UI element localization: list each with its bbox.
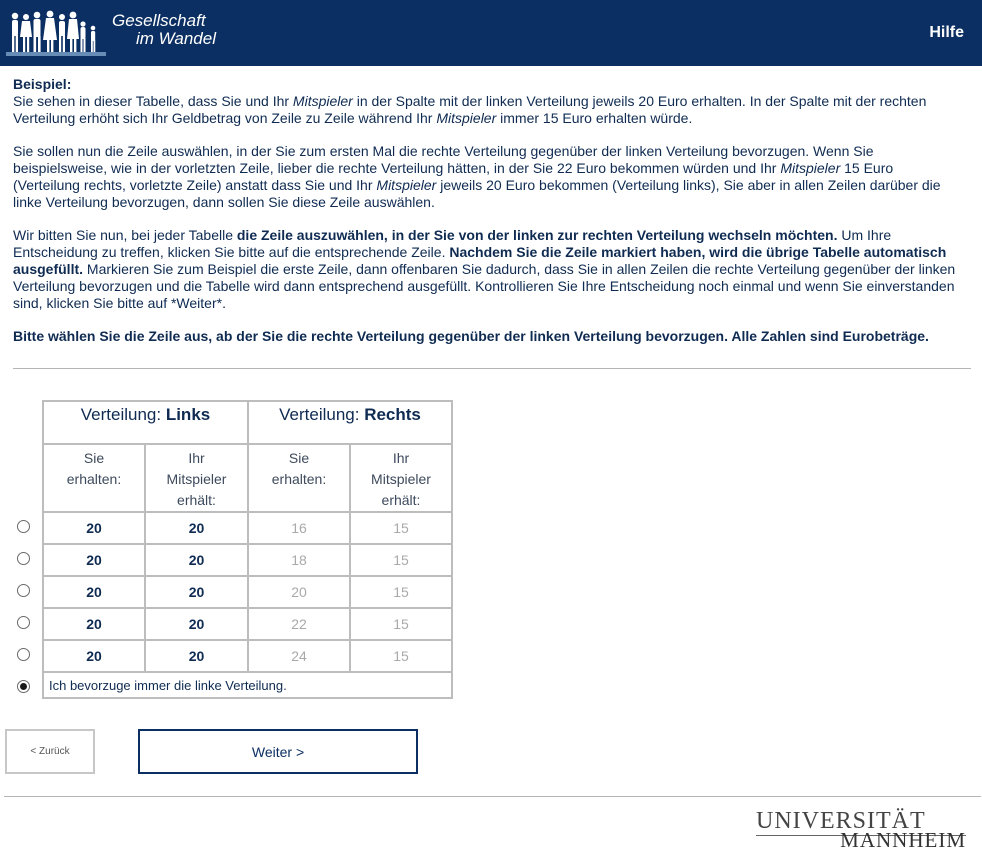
cell-right-partner: 15 [349,511,453,545]
row-1-radio[interactable] [17,520,30,533]
logo-line-2: im Wandel [136,29,216,48]
header-left: Verteilung: Links [42,400,249,445]
always-left-row[interactable]: Ich bevorzuge immer die linke Verteilung… [42,671,453,699]
cell-left-you: 20 [42,511,146,545]
table-subheader-row: Sie erhalten: Ihr Mitspieler erhält: Sie erh… [42,443,453,513]
cell-right-partner: 15 [349,575,453,609]
col-right-partner-l1: Ihr [392,450,410,466]
cell-left-partner: 20 [144,511,249,545]
cell-left-you: 20 [42,575,146,609]
p1-text-a: Sie sehen in dieser Tabelle, dass Sie un… [13,93,293,109]
row-3-radio[interactable] [17,584,30,597]
p3-text-b: die Zeile auszuwählen, in der Sie von de… [236,227,838,243]
always-left-radio[interactable] [17,680,30,693]
selection-paragraph: Sie sollen nun die Zeile auswählen, in d… [13,143,963,211]
row-5-radio[interactable] [17,648,30,661]
help-link[interactable]: Hilfe [929,24,964,42]
cell-right-partner: 15 [349,607,453,641]
distribution-table: Verteilung: Links Verteilung: Rechts Sie… [42,400,453,699]
example-paragraph: Beispiel: Sie sehen in dieser Tabelle, d… [13,76,963,127]
p1-text-d: Mitspieler [436,110,497,126]
col-left-partner-l3: erhält: [177,492,216,508]
cell-left-partner: 20 [144,575,249,609]
table-row[interactable]: 20 20 24 15 [42,639,453,673]
site-header: Gesellschaft im Wandel Hilfe [0,0,982,66]
next-button[interactable]: Weiter > [138,729,418,774]
example-heading: Beispiel: [13,76,72,92]
col-right-you-l1: Sie [288,450,310,466]
back-button[interactable]: < Zurück [5,729,95,774]
table-row[interactable]: 20 20 20 15 [42,575,453,609]
university-logo: UNIVERSITÄT MANNHEIM [756,808,966,852]
cell-left-you: 20 [42,607,146,641]
always-left-label: Ich bevorzuge immer die linke Verteilung… [42,671,453,699]
cell-right-partner: 15 [349,639,453,673]
table-row[interactable]: 20 20 16 15 [42,511,453,545]
table-row[interactable]: 20 20 18 15 [42,543,453,577]
table-row[interactable]: 20 20 22 15 [42,607,453,641]
right-bold: Rechts [364,405,421,424]
divider-top [13,368,971,369]
left-prefix: Verteilung: [80,405,166,424]
p1-text-b: Mitspieler [292,93,353,109]
col-left-partner-l2: Mitspieler [166,471,227,487]
col-right-you-l2: erhalten: [271,471,327,487]
row-4-radio[interactable] [17,616,30,629]
procedure-paragraph: Wir bitten Sie nun, bei jeder Tabelle di… [13,227,963,312]
col-right-partner-l2: Mitspieler [371,471,431,487]
col-right-you: Sie erhalten: [247,443,351,513]
p2-text-d: Mitspieler [376,177,437,193]
col-left-you-l2: erhalten: [66,471,122,487]
cell-right-you: 16 [247,511,351,545]
p1-text-e: immer 15 Euro erhalten würde. [496,110,693,126]
p2-text-a: Sie sollen nun die Zeile auswählen, in d… [13,143,874,176]
table-header-row: Verteilung: Links Verteilung: Rechts [42,400,453,445]
cell-right-you: 22 [247,607,351,641]
header-right: Verteilung: Rechts [247,400,453,445]
left-bold: Links [165,405,211,424]
uni-line-2: MANNHEIM [840,828,966,852]
cell-left-you: 20 [42,543,146,577]
col-right-partner-l3: erhält: [381,492,421,508]
divider-bottom [4,796,981,797]
col-left-you-l1: Sie [83,450,105,466]
instructions: Beispiel: Sie sehen in dieser Tabelle, d… [13,76,963,361]
cell-right-you: 20 [247,575,351,609]
row-2-radio[interactable] [17,552,30,565]
col-right-partner: Ihr Mitspieler erhält: [349,443,453,513]
cell-left-partner: 20 [144,639,249,673]
cell-right-partner: 15 [349,543,453,577]
cell-left-partner: 20 [144,543,249,577]
question-text: Bitte wählen Sie die Zeile aus, ab der S… [13,328,929,344]
people-silhouette-logo [6,10,106,56]
cell-left-you: 20 [42,639,146,673]
p2-text-b: Mitspieler [780,160,841,176]
cell-right-you: 18 [247,543,351,577]
p3-text-e: Markieren Sie zum Beispiel die erste Zei… [13,261,956,311]
right-prefix: Verteilung: [279,405,365,424]
col-left-partner-l1: Ihr [188,450,205,466]
col-left-partner: Ihr Mitspieler erhält: [144,443,249,513]
logo-text: Gesellschaft im Wandel [112,12,216,48]
logo-line-1: Gesellschaft [112,11,206,30]
cell-left-partner: 20 [144,607,249,641]
col-left-you: Sie erhalten: [42,443,146,513]
cell-right-you: 24 [247,639,351,673]
p3-text-a: Wir bitten Sie nun, bei jeder Tabelle [13,227,237,243]
